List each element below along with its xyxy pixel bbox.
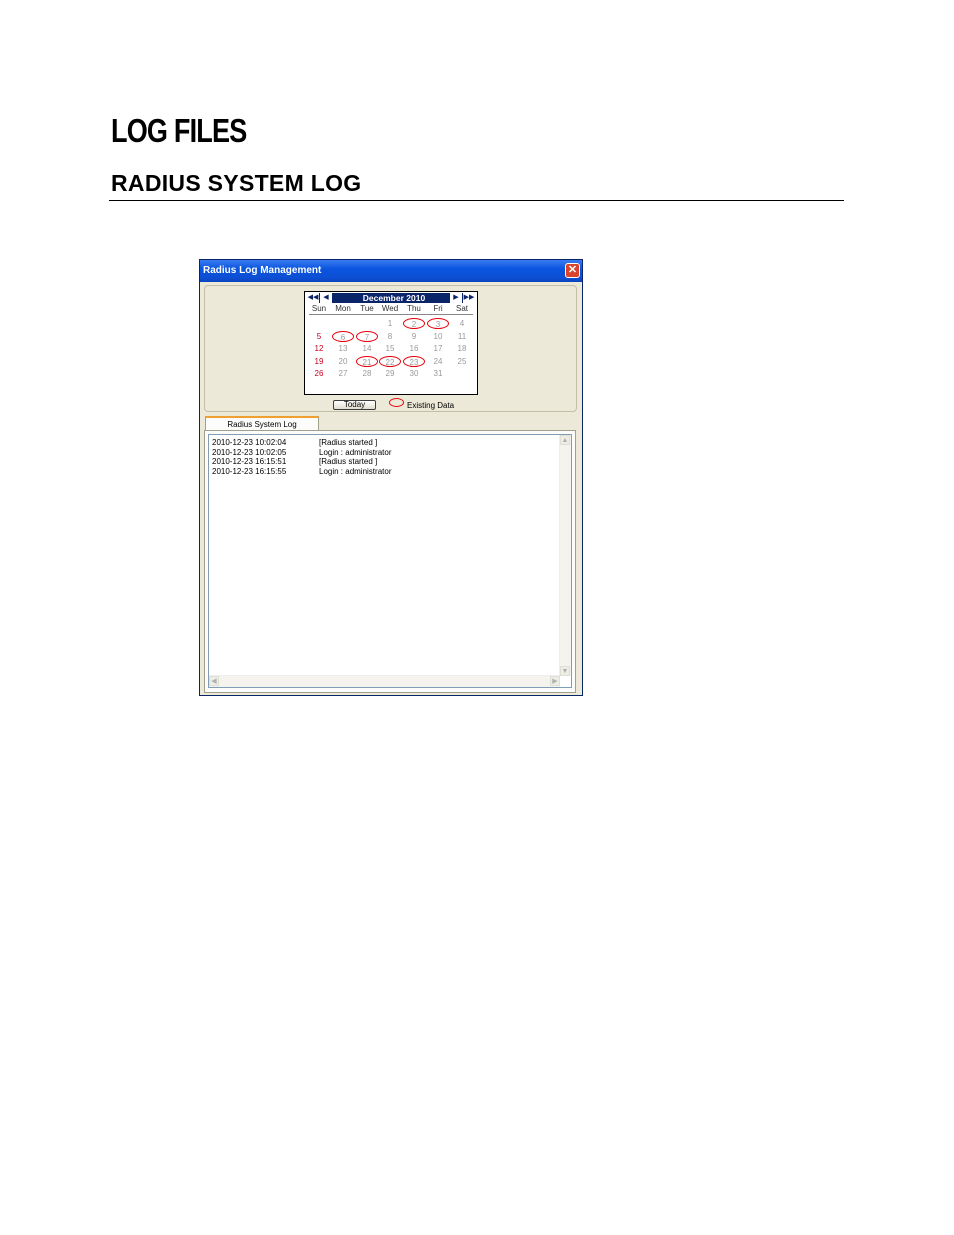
weekday-label: Sat [455,304,468,313]
calendar-day[interactable]: 9 [404,331,424,342]
weekday-label: Mon [335,304,351,313]
calendar-day[interactable]: 30 [404,368,424,379]
log-message: [Radius started ] [319,438,378,447]
calendar-day[interactable]: 29 [380,368,400,379]
calendar-day[interactable]: 8 [380,331,400,342]
scroll-left-icon[interactable]: ◀ [209,676,219,686]
calendar-day[interactable]: 7 [356,331,378,342]
tab-panel: 2010-12-23 10:02:04 [Radius started ] 2010… [204,430,576,693]
window-titlebar[interactable]: Radius Log Management ✕ [200,260,582,282]
tab-radius-system-log[interactable]: Radius System Log [205,416,319,431]
weekday-divider [309,314,473,315]
calendar-day[interactable]: 24 [428,356,448,367]
vertical-scrollbar[interactable]: ▲ ▼ [559,435,571,676]
close-icon[interactable]: ✕ [565,263,580,278]
month-calendar: ◀◀ ◀ December 2010 ▶ ▶▶ Sun Mon Tue Wed Thu F… [304,291,478,395]
calendar-day[interactable]: 5 [309,331,329,342]
log-timestamp: 2010-12-23 16:15:55 [212,466,287,476]
heading-rule [109,200,844,201]
calendar-day[interactable]: 27 [333,368,353,379]
calendar-day[interactable]: 2 [403,318,425,329]
calendar-day[interactable]: 3 [427,318,449,329]
calendar-day[interactable]: 13 [333,343,353,354]
calendar-day[interactable]: 11 [452,331,472,342]
horizontal-scrollbar[interactable]: ◀ ▶ [209,675,560,687]
calendar-day[interactable]: 26 [309,368,329,379]
log-timestamp: 2010-12-23 16:15:51 [212,457,287,466]
calendar-day[interactable]: 21 [356,356,378,367]
calendar-day[interactable]: 22 [379,356,401,367]
log-timestamp: 2010-12-23 10:02:05 [212,447,287,457]
page-heading: LOG FILES [111,112,247,149]
log-timestamp: 2010-12-23 10:02:04 [212,438,287,447]
today-button[interactable]: Today [333,400,376,410]
weekday-label: Wed [381,304,399,313]
log-message: [Radius started ] [319,457,378,466]
calendar-day[interactable]: 14 [357,343,377,354]
log-list[interactable]: 2010-12-23 10:02:04 [Radius started ] 2010… [208,434,572,688]
scroll-up-icon[interactable]: ▲ [560,435,570,445]
calendar-day[interactable]: 15 [380,343,400,354]
calendar-header: ◀◀ ◀ December 2010 ▶ ▶▶ [307,293,475,303]
weekday-label: Tue [360,304,374,313]
prev-month-icon[interactable]: ◀ [320,293,332,303]
calendar-day[interactable]: 31 [428,368,448,379]
first-month-icon[interactable]: ◀◀ [307,293,319,303]
weekday-label: Sun [311,304,327,313]
existing-data-marker-icon [389,398,404,407]
scroll-down-icon[interactable]: ▼ [560,666,570,676]
window-title: Radius Log Management [203,265,322,276]
section-heading: RADIUS SYSTEM LOG [111,170,362,196]
calendar-day[interactable]: 4 [452,318,472,329]
next-month-icon[interactable]: ▶ [450,293,462,303]
calendar-day[interactable]: 19 [309,356,329,367]
log-message: Login : administrator [319,466,392,476]
calendar-day[interactable]: 12 [309,343,329,354]
calendar-day[interactable]: 25 [452,356,472,367]
calendar-day[interactable]: 1 [380,318,400,329]
weekday-label: Thu [407,304,421,313]
log-message: Login : administrator [319,447,392,457]
calendar-day[interactable]: 18 [452,343,472,354]
calendar-day[interactable]: 16 [404,343,424,354]
existing-data-legend: Existing Data [407,401,455,410]
calendar-month-label: December 2010 [362,293,426,303]
calendar-day[interactable]: 17 [428,343,448,354]
calendar-day[interactable]: 23 [403,356,425,367]
calendar-day[interactable]: 20 [333,356,353,367]
weekday-label: Fri [433,304,443,313]
scroll-right-icon[interactable]: ▶ [550,676,560,686]
calendar-day[interactable]: 6 [332,331,354,342]
calendar-day[interactable]: 10 [428,331,448,342]
calendar-day[interactable]: 28 [357,368,377,379]
radius-log-window: Radius Log Management ✕ ◀◀ ◀ December 20… [199,259,583,696]
last-month-icon[interactable]: ▶▶ [463,293,475,303]
